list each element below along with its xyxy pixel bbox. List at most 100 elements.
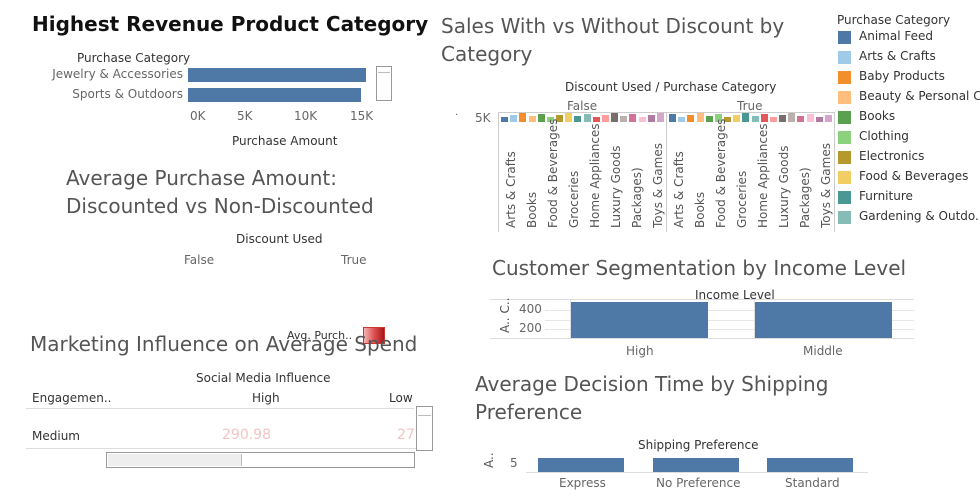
panel4-bar[interactable] <box>601 115 609 122</box>
panel3-cell-high: 290.98 <box>222 427 271 443</box>
panel4-bar[interactable] <box>751 116 759 122</box>
panel1-tick-label: 10K <box>294 109 318 123</box>
legend-swatch <box>838 191 851 204</box>
panel4-bar[interactable] <box>656 113 664 122</box>
panel4-bar[interactable] <box>769 117 777 122</box>
panel4-bar[interactable] <box>565 113 573 122</box>
legend-item[interactable]: Furniture <box>838 188 980 208</box>
panel4-bar[interactable] <box>678 117 686 122</box>
panel4-category-label: Packages) <box>630 167 644 228</box>
divider <box>26 448 416 449</box>
panel4-bar[interactable] <box>537 114 545 122</box>
panel4-bar[interactable] <box>592 117 600 122</box>
panel4-category-label: Arts & Crafts <box>672 151 686 228</box>
panel4-bar[interactable] <box>669 114 677 122</box>
panel4-category-label: Toys & Games <box>651 143 665 228</box>
legend-swatch <box>838 151 851 164</box>
panel5-tick-400: 400 <box>519 302 542 316</box>
panel4-bar[interactable] <box>733 115 741 122</box>
legend-swatch <box>838 71 851 84</box>
legend-item[interactable]: Arts & Crafts <box>838 48 980 68</box>
panel1-title: Highest Revenue Product Category <box>32 12 429 36</box>
panel4-bar[interactable] <box>705 116 713 122</box>
panel5-tick-200: 200 <box>519 321 542 335</box>
panel3-horizontal-scrollbar[interactable] <box>106 452 415 468</box>
legend-label: Baby Products <box>859 69 945 83</box>
panel5-column-high: High <box>626 344 654 358</box>
panel4-row-marker: · <box>455 110 459 121</box>
panel4-bar[interactable] <box>779 115 787 122</box>
legend-swatch <box>838 171 851 184</box>
panel4-bar[interactable] <box>510 115 518 122</box>
scrollbar-thumb[interactable] <box>108 454 242 466</box>
legend-item[interactable]: Beauty & Personal C.. <box>838 88 980 108</box>
panel1-category-label: Jewelry & Accessories <box>52 67 183 81</box>
legend-item[interactable]: Food & Beverages <box>838 168 980 188</box>
panel5-title: Customer Segmentation by Income Level <box>492 256 907 280</box>
panel5-chart <box>490 299 914 339</box>
panel4-bar[interactable] <box>788 113 796 122</box>
panel4-bar[interactable] <box>611 113 619 122</box>
legend-item[interactable]: Clothing <box>838 128 980 148</box>
panel4-bar[interactable] <box>574 116 582 122</box>
legend-swatch <box>838 111 851 124</box>
divider <box>666 112 667 232</box>
panel6-bar[interactable] <box>767 458 853 472</box>
scrollbar-thumb[interactable] <box>378 68 390 73</box>
panel1-bar[interactable] <box>188 68 366 82</box>
legend-item[interactable]: Gardening & Outdo.. <box>838 208 980 228</box>
panel4-bar[interactable] <box>760 114 768 122</box>
legend-swatch <box>838 31 851 44</box>
panel1-tick-label: 15K <box>350 109 374 123</box>
panel5-bar[interactable] <box>571 302 708 338</box>
panel4-bar[interactable] <box>501 117 509 122</box>
panel4-group-true: True <box>737 99 763 113</box>
panel4-bar[interactable] <box>696 113 704 122</box>
panel4-bar[interactable] <box>528 116 536 122</box>
panel4-bar[interactable] <box>620 116 628 122</box>
panel4-bar[interactable] <box>815 117 823 122</box>
panel4-category-label: Arts & Crafts <box>504 151 518 228</box>
panel4-group-false: False <box>567 99 598 113</box>
legend-label: Food & Beverages <box>859 169 969 183</box>
panel6-column-express: Express <box>559 476 606 490</box>
panel1-category-label: Sports & Outdoors <box>72 87 183 101</box>
panel4-title-line1: Sales With vs Without Discount by <box>441 14 785 38</box>
panel6-column-standard: Standard <box>785 476 840 490</box>
panel4-bar[interactable] <box>742 113 750 122</box>
panel4-bar[interactable] <box>797 116 805 122</box>
panel4-bar[interactable] <box>687 115 695 122</box>
panel3-row-header: Engagemen.. <box>32 391 112 405</box>
panel4-bar[interactable] <box>638 117 646 122</box>
legend-item[interactable]: Books <box>838 108 980 128</box>
scrollbar-thumb[interactable] <box>418 408 431 416</box>
panel4-bar[interactable] <box>647 115 655 122</box>
legend-item[interactable]: Baby Products <box>838 68 980 88</box>
legend-item[interactable]: Animal Feed <box>838 28 980 48</box>
panel2-column-false: False <box>184 253 215 267</box>
panel4-bar[interactable] <box>629 114 637 122</box>
panel4-category-label: Home Appliances <box>588 123 602 228</box>
panel1-scrollbar[interactable] <box>376 66 392 101</box>
panel1-bar[interactable] <box>188 88 361 102</box>
panel5-bar[interactable] <box>755 302 892 338</box>
legend-item[interactable]: Electronics <box>838 148 980 168</box>
panel6-bar[interactable] <box>653 458 739 472</box>
panel4-bar[interactable] <box>806 114 814 122</box>
legend-label: Books <box>859 109 896 123</box>
panel4-bar[interactable] <box>824 115 832 122</box>
panel4-category-label: Food & Beverages <box>546 118 560 228</box>
panel5-column-middle: Middle <box>803 344 843 358</box>
panel4-category-label: Luxury Goods <box>777 145 791 229</box>
panel4-category-label: Books <box>693 191 707 228</box>
panel3-title: Marketing Influence on Average Spend <box>30 332 418 356</box>
legend-swatch <box>838 51 851 64</box>
panel4-bar[interactable] <box>519 113 527 122</box>
panel6-bar[interactable] <box>538 458 624 472</box>
panel6-tick: 5 <box>510 456 518 470</box>
panel4-bar[interactable] <box>583 114 591 122</box>
divider <box>834 112 835 232</box>
panel6-title-line2: Preference <box>475 400 583 424</box>
panel3-vertical-scrollbar[interactable] <box>416 406 433 451</box>
panel3-column-low: Low <box>389 391 413 405</box>
